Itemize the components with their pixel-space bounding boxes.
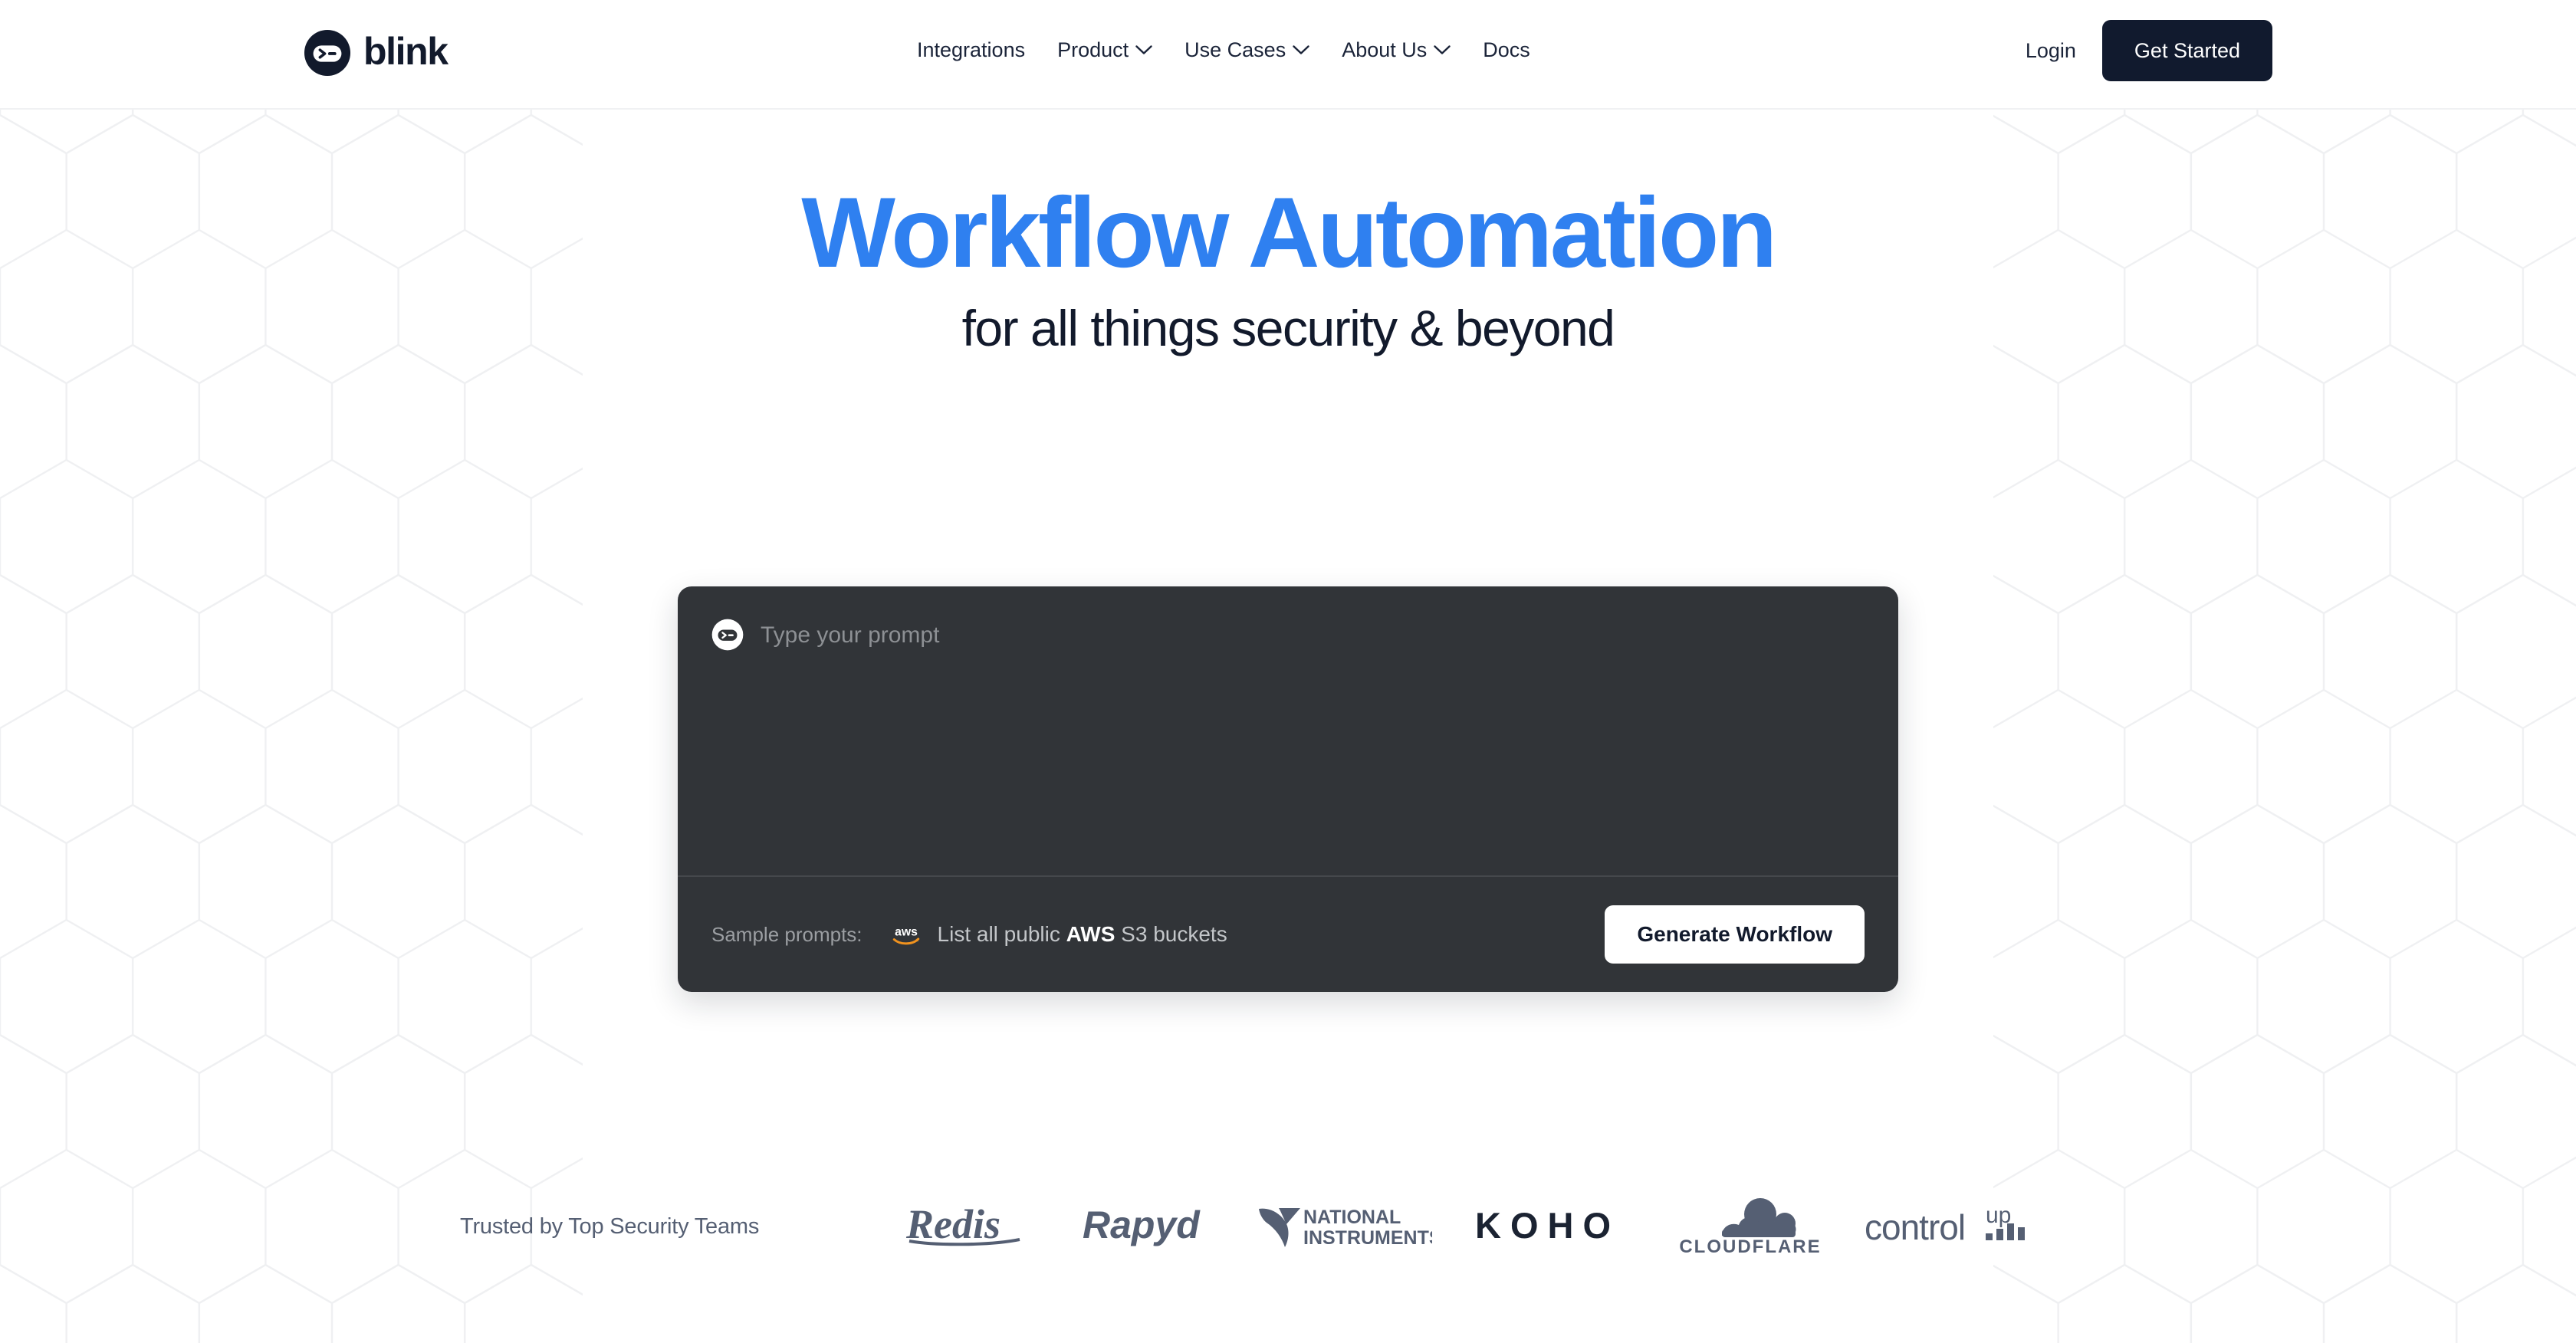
blink-terminal-icon [711,619,744,651]
prompt-body [678,586,1898,875]
nav-label: About Us [1342,38,1428,61]
svg-text:aws: aws [895,925,918,938]
sample-text-before: List all public [937,922,1066,946]
nav-item-product[interactable]: Product [1041,40,1168,61]
nav-label: Integrations [917,38,1026,61]
svg-text:KOHO: KOHO [1475,1205,1620,1246]
nav-item-about-us[interactable]: About Us [1326,40,1467,61]
nav-item-docs[interactable]: Docs [1467,40,1546,61]
svg-text:control: control [1865,1207,1965,1247]
svg-text:NATIONAL: NATIONAL [1303,1207,1401,1228]
nav-item-integrations[interactable]: Integrations [917,40,1041,61]
client-logo-row: Redis Rapyd NATIONAL INSTRUMENTS KOHO CL… [905,1192,2047,1261]
main-navigation: Integrations Product Use Cases About Us … [917,40,1546,61]
get-started-button[interactable]: Get Started [2101,20,2272,81]
cloudflare-logo: CLOUDFLARE [1677,1192,1823,1261]
chevron-down-icon [1135,45,1152,54]
sample-text-bold: AWS [1066,922,1116,946]
trusted-by-label: Trusted by Top Security Teams [460,1213,760,1239]
trusted-by-section: Trusted by Top Security Teams Redis Rapy… [0,1180,2576,1272]
svg-text:CLOUDFLARE: CLOUDFLARE [1679,1236,1821,1257]
hero-section: Workflow Automation for all things secur… [0,110,2576,360]
login-link[interactable]: Login [1999,39,2102,63]
nav-label: Product [1057,38,1129,61]
koho-logo: KOHO [1472,1192,1638,1261]
chevron-down-icon [1293,45,1309,54]
brand-name: blink [363,29,449,73]
nav-label: Docs [1483,38,1530,61]
page-subtitle: for all things security & beyond [961,300,1615,357]
brand-logo[interactable]: blink [304,29,449,77]
controlup-logo: control up [1863,1192,2047,1261]
prompt-footer: Sample prompts: aws List all public AWS … [678,875,1898,992]
sample-prompt-item[interactable]: aws List all public AWS S3 buckets [890,922,1227,947]
page-title: Workflow Automation [801,176,1777,288]
generate-workflow-button[interactable]: Generate Workflow [1605,905,1865,964]
nav-label: Use Cases [1184,38,1286,61]
chevron-down-icon [1434,45,1451,54]
sample-prompts-label: Sample prompts: [711,922,863,946]
svg-text:INSTRUMENTS: INSTRUMENTS [1303,1227,1432,1249]
rapyd-logo: Rapyd [1081,1192,1216,1261]
aws-logo-icon: aws [892,925,919,945]
header-actions: Login Get Started [1999,20,2272,81]
sample-text-after: S3 buckets [1115,922,1227,946]
prompt-input[interactable] [761,614,1865,859]
svg-text:Redis: Redis [905,1201,1001,1247]
redis-logo: Redis [905,1192,1041,1261]
blink-terminal-icon [304,29,351,77]
national-instruments-logo: NATIONAL INSTRUMENTS [1256,1192,1432,1261]
nav-item-use-cases[interactable]: Use Cases [1168,40,1326,61]
prompt-card: Sample prompts: aws List all public AWS … [678,586,1898,992]
svg-text:Rapyd: Rapyd [1083,1203,1201,1246]
site-header: blink Integrations Product Use Cases Abo… [0,0,2576,110]
sample-prompt-text: List all public AWS S3 buckets [938,922,1227,947]
